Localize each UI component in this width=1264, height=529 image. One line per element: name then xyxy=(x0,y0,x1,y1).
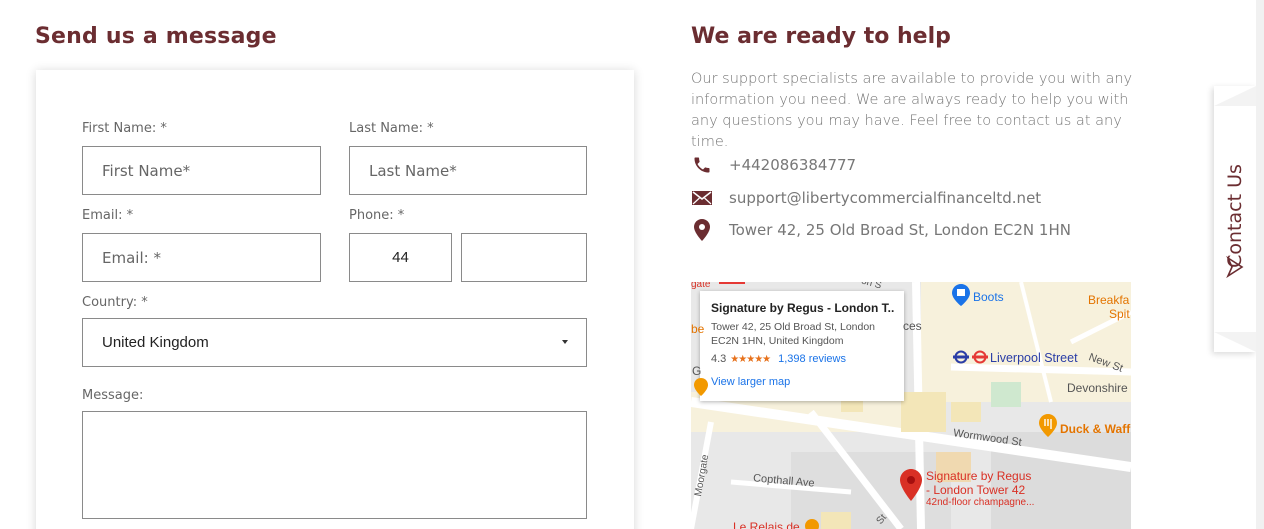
map-label-regus-3: 42nd-floor champagne... xyxy=(926,497,1035,508)
chevron-down-icon xyxy=(562,340,568,344)
country-select[interactable]: United Kingdom xyxy=(82,318,587,367)
help-title: We are ready to help xyxy=(691,24,951,49)
map-label-boots: Boots xyxy=(973,290,1004,304)
contact-email[interactable]: support@libertycommercialfinanceltd.net xyxy=(691,187,1041,209)
location-pin-icon xyxy=(691,219,713,241)
rating-stars-icon: ★★★★★ xyxy=(730,353,771,365)
page-scrollbar[interactable] xyxy=(1256,0,1264,529)
map-label-ces: ces xyxy=(903,319,922,333)
poi-pin-icon xyxy=(694,378,708,396)
phone-icon xyxy=(691,154,713,176)
map-label-devonshire: Devonshire xyxy=(1067,381,1128,395)
underground-icon xyxy=(953,350,988,364)
contact-us-label: Contact Us xyxy=(1224,164,1246,268)
email-label: Email: * xyxy=(82,208,134,223)
phone-country-code-input[interactable]: 44 xyxy=(349,233,452,282)
contact-phone-text: +442086384777 xyxy=(729,156,857,174)
map-label-gate: gate xyxy=(691,282,711,290)
map-card-rating: 4.3 ★★★★★ 1,398 reviews xyxy=(711,353,894,365)
map-label-breakfast: Breakfa xyxy=(1088,293,1130,307)
contact-us-side-tab[interactable]: Contact Us xyxy=(1214,86,1256,352)
first-name-input[interactable]: First Name* xyxy=(82,146,321,195)
tab-bottom-fold xyxy=(1214,332,1256,352)
phone-number-input[interactable] xyxy=(461,233,587,282)
contact-address: Tower 42, 25 Old Broad St, London EC2N 1… xyxy=(691,219,1071,241)
phone-label: Phone: * xyxy=(349,208,405,223)
rating-value: 4.3 xyxy=(711,353,727,365)
help-intro: Our support specialists are available to… xyxy=(691,71,1133,150)
last-name-label: Last Name: * xyxy=(349,121,434,136)
location-marker-icon[interactable] xyxy=(900,469,922,501)
map-label-be: be xyxy=(691,322,705,336)
first-name-label: First Name: * xyxy=(82,121,167,136)
map-card-title: Signature by Regus - London T... xyxy=(711,301,894,315)
restaurant-pin-icon[interactable] xyxy=(1039,414,1057,438)
map-info-card: Signature by Regus - London T... Tower 4… xyxy=(700,291,904,401)
contact-phone[interactable]: +442086384777 xyxy=(691,154,856,176)
map-label-regus-1: Signature by Regus xyxy=(926,469,1032,483)
form-title: Send us a message xyxy=(35,24,277,49)
boots-pin-icon[interactable] xyxy=(952,284,970,306)
map-label-spit: Spit xyxy=(1109,307,1130,321)
google-map[interactable]: Signature by Regus - London T... Tower 4… xyxy=(691,282,1131,529)
country-selected-value: United Kingdom xyxy=(102,334,209,351)
send-arrow-icon xyxy=(1226,256,1244,278)
restaurant-icon xyxy=(805,519,819,529)
reviews-link[interactable]: 1,398 reviews xyxy=(778,353,846,365)
view-larger-map-link[interactable]: View larger map xyxy=(711,376,894,388)
envelope-icon xyxy=(691,187,713,209)
last-name-input[interactable]: Last Name* xyxy=(349,146,587,195)
map-label-relais: Le Relais de xyxy=(733,520,800,529)
map-label-regus-2: - London Tower 42 xyxy=(926,483,1026,497)
rail-icon xyxy=(719,282,745,284)
map-card-address: Tower 42, 25 Old Broad St, London EC2N 1… xyxy=(711,321,876,347)
country-label: Country: * xyxy=(82,295,148,310)
contact-email-text: support@libertycommercialfinanceltd.net xyxy=(729,189,1042,207)
message-textarea[interactable] xyxy=(82,411,587,519)
message-label: Message: xyxy=(82,388,144,403)
map-label-liverpool-street: Liverpool Street xyxy=(990,351,1078,365)
email-input[interactable]: Email: * xyxy=(82,233,321,282)
tab-top-fold xyxy=(1214,86,1256,106)
contact-address-text: Tower 42, 25 Old Broad St, London EC2N 1… xyxy=(729,221,1071,239)
map-label-g: G xyxy=(692,364,702,378)
map-label-duck-waffle: Duck & Waff xyxy=(1060,422,1131,436)
